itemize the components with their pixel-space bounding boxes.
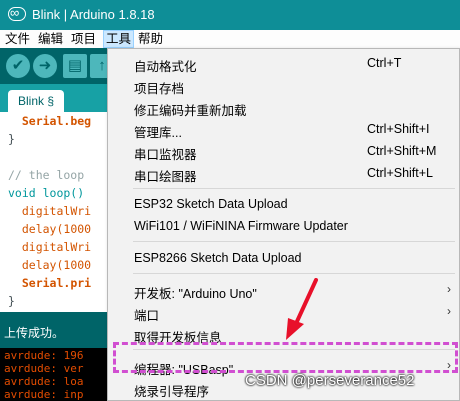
menu-item-serial-plotter[interactable]: 串口绘图器 Ctrl+Shift+L — [108, 162, 459, 184]
menu-item-esp8266-upload[interactable]: ESP8266 Sketch Data Upload — [108, 247, 459, 269]
code-line: Serial.pri — [21, 276, 92, 290]
menu-item-esp32-upload[interactable]: ESP32 Sketch Data Upload — [108, 193, 459, 215]
menu-item-fix-encoding[interactable]: 修正编码并重新加载 — [108, 96, 459, 118]
menu-item-manage-libraries[interactable]: 管理库... Ctrl+Shift+I — [108, 118, 459, 140]
annotation-arrow-icon — [286, 278, 318, 340]
code-line: digitalWri — [21, 204, 92, 218]
highlight-box — [113, 342, 458, 373]
code-line: } — [8, 132, 15, 146]
code-line: } — [8, 294, 15, 308]
status-message: 上传成功。 — [4, 326, 65, 340]
code-line: Serial.beg — [21, 114, 92, 128]
menu-item-auto-format[interactable]: 自动格式化 Ctrl+T — [108, 52, 459, 74]
menu-help[interactable]: 帮助 — [138, 31, 163, 47]
window-title: Blink | Arduino 1.8.18 — [32, 7, 155, 22]
console-line: avrdude: ver — [4, 362, 84, 375]
menu-separator — [133, 273, 455, 274]
menu-item-serial-monitor[interactable]: 串口监视器 Ctrl+Shift+M — [108, 140, 459, 162]
new-sketch-button[interactable]: ▤ — [63, 54, 87, 78]
code-line: // the loop — [8, 168, 85, 182]
menu-separator — [133, 188, 455, 189]
tab-blink[interactable]: Blink § — [8, 90, 64, 112]
code-line: digitalWri — [21, 240, 92, 254]
menu-edit[interactable]: 编辑 — [38, 31, 63, 47]
code-line: void loop() — [8, 186, 85, 200]
submenu-arrow-icon: › — [447, 282, 451, 296]
menu-item-wifi-firmware-updater[interactable]: WiFi101 / WiFiNINA Firmware Updater — [108, 215, 459, 237]
console-line: avrdude: inp — [4, 388, 84, 401]
code-line: delay(1000 — [21, 258, 92, 272]
menu-sketch[interactable]: 项目 — [71, 31, 96, 47]
arduino-logo-icon — [8, 5, 26, 21]
menu-bar: 文件 编辑 项目 工具 帮助 — [0, 30, 460, 48]
menu-separator — [133, 241, 455, 242]
upload-button[interactable]: ➜ — [33, 54, 57, 78]
watermark: CSDN @perseverance52 — [245, 372, 415, 389]
verify-button[interactable]: ✔ — [6, 54, 30, 78]
menu-item-archive-sketch[interactable]: 项目存档 — [108, 74, 459, 96]
console-line: avrdude: loa — [4, 375, 84, 388]
title-bar: Blink | Arduino 1.8.18 — [0, 0, 460, 30]
code-line: delay(1000 — [21, 222, 92, 236]
menu-file[interactable]: 文件 — [5, 31, 30, 47]
console-line: avrdude: 196 — [4, 349, 84, 362]
submenu-arrow-icon: › — [447, 304, 451, 318]
menu-tools[interactable]: 工具 — [103, 30, 135, 48]
